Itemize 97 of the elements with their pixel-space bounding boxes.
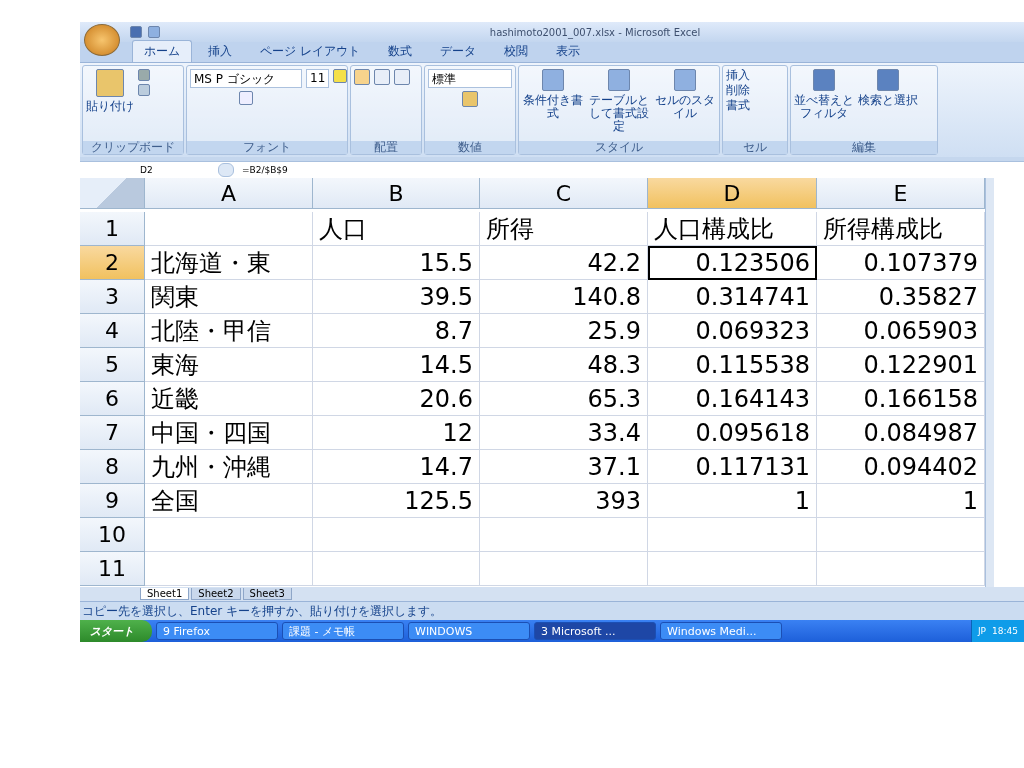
table-cell: 125.5: [313, 484, 480, 518]
table-cell: 0.094402: [817, 450, 985, 484]
group-label: 編集: [791, 141, 937, 154]
taskbar-button[interactable]: 3 Microsoft ...: [534, 622, 656, 640]
table-cell: 0.069323: [648, 314, 817, 348]
table-cell: 所得構成比: [817, 212, 985, 246]
group-label: スタイル: [519, 141, 719, 154]
table-cell: 65.3: [480, 382, 648, 416]
row-header[interactable]: 8: [80, 450, 145, 484]
window-title: hashimoto2001_007.xlsx - Microsoft Excel: [488, 26, 702, 38]
cell-button[interactable]: 書式: [726, 99, 750, 111]
group-label: クリップボード: [83, 141, 183, 154]
table-cell: 393: [480, 484, 648, 518]
sheet-tab[interactable]: Sheet1: [140, 588, 190, 600]
table-cell: 0.123506: [648, 246, 817, 280]
table-cell: 20.6: [313, 382, 480, 416]
table-cell: 中国・四国: [145, 416, 313, 450]
name-box[interactable]: D2: [80, 165, 210, 175]
column-header[interactable]: D: [648, 178, 817, 209]
table-cell: 0.117131: [648, 450, 817, 484]
table-cell: 0.314741: [648, 280, 817, 314]
row-header[interactable]: 9: [80, 484, 145, 518]
table-cell: 0.122901: [817, 348, 985, 382]
row-header[interactable]: 4: [80, 314, 145, 348]
ribbon-tab[interactable]: 表示: [543, 40, 592, 62]
editing-button[interactable]: 検索と選択: [858, 94, 918, 107]
table-cell: 近畿: [145, 382, 313, 416]
table-cell: 37.1: [480, 450, 648, 484]
ribbon-tab[interactable]: 数式: [375, 40, 424, 62]
cell-button[interactable]: 削除: [726, 84, 750, 96]
table-cell: 14.7: [313, 450, 480, 484]
table-cell: 関東: [145, 280, 313, 314]
row-header[interactable]: 7: [80, 416, 145, 450]
row-header[interactable]: 10: [80, 518, 145, 552]
row-header[interactable]: 5: [80, 348, 145, 382]
table-cell: 0.084987: [817, 416, 985, 450]
table-cell: 0.095618: [648, 416, 817, 450]
table-cell: 48.3: [480, 348, 648, 382]
style-button[interactable]: 条件付き書式: [522, 94, 584, 120]
table-cell: 0.35827: [817, 280, 985, 314]
table-cell: 42.2: [480, 246, 648, 280]
table-cell: 九州・沖縄: [145, 450, 313, 484]
table-cell: 12: [313, 416, 480, 450]
row-header[interactable]: 3: [80, 280, 145, 314]
table-cell: 北陸・甲信: [145, 314, 313, 348]
table-cell: 140.8: [480, 280, 648, 314]
number-format-field[interactable]: 標準: [428, 69, 512, 88]
table-cell: 33.4: [480, 416, 648, 450]
row-header[interactable]: 2: [80, 246, 145, 280]
column-header[interactable]: A: [145, 178, 313, 209]
ribbon-tab[interactable]: 挿入: [196, 40, 244, 62]
table-cell: 0.115538: [648, 348, 817, 382]
group-label: フォント: [187, 141, 347, 154]
table-cell: 1: [817, 484, 985, 518]
row-header[interactable]: 11: [80, 552, 145, 586]
table-cell: 所得: [480, 212, 648, 246]
ribbon-tab[interactable]: ホーム: [132, 40, 192, 62]
paste-button[interactable]: 貼り付け: [86, 100, 134, 112]
status-message: コピー先を選択し、Enter キーを押すか、貼り付けを選択します。: [82, 602, 443, 620]
table-cell: 全国: [145, 484, 313, 518]
column-header[interactable]: E: [817, 178, 985, 209]
table-cell: 0.164143: [648, 382, 817, 416]
table-cell: 8.7: [313, 314, 480, 348]
table-cell: 39.5: [313, 280, 480, 314]
select-all-corner[interactable]: [80, 178, 145, 209]
ribbon-tab[interactable]: データ: [427, 40, 488, 62]
font-size-field[interactable]: 11: [306, 69, 330, 88]
sheet-tab[interactable]: Sheet3: [242, 588, 292, 600]
font-name-field[interactable]: MS P ゴシック: [190, 69, 302, 88]
group-label: 数値: [425, 141, 515, 154]
cell-button[interactable]: 挿入: [726, 69, 750, 81]
table-cell: 東海: [145, 348, 313, 382]
table-cell: 人口構成比: [648, 212, 817, 246]
table-cell: 人口: [313, 212, 480, 246]
table-cell: 0.166158: [817, 382, 985, 416]
style-button[interactable]: テーブルとして書式設定: [588, 94, 650, 133]
table-cell: 0.065903: [817, 314, 985, 348]
editing-button[interactable]: 並べ替えとフィルタ: [794, 94, 854, 120]
ribbon-tab[interactable]: ページ レイアウト: [248, 40, 372, 62]
column-header[interactable]: C: [480, 178, 648, 209]
table-cell: 25.9: [480, 314, 648, 348]
start-button[interactable]: スタート: [80, 620, 152, 642]
row-header[interactable]: 1: [80, 212, 145, 246]
table-cell: 1: [648, 484, 817, 518]
group-label: セル: [723, 141, 787, 154]
table-cell: 14.5: [313, 348, 480, 382]
group-label: 配置: [351, 141, 421, 154]
sheet-tab[interactable]: Sheet2: [191, 588, 241, 600]
table-cell: 北海道・東: [145, 246, 313, 280]
clock: 18:45: [992, 626, 1018, 636]
table-cell: 0.107379: [817, 246, 985, 280]
ribbon-tab[interactable]: 校閲: [491, 40, 540, 62]
row-header[interactable]: 6: [80, 382, 145, 416]
style-button[interactable]: セルのスタイル: [654, 94, 716, 120]
formula-field[interactable]: =B2/$B$9: [242, 165, 288, 175]
table-cell: 15.5: [313, 246, 480, 280]
column-header[interactable]: B: [313, 178, 480, 209]
